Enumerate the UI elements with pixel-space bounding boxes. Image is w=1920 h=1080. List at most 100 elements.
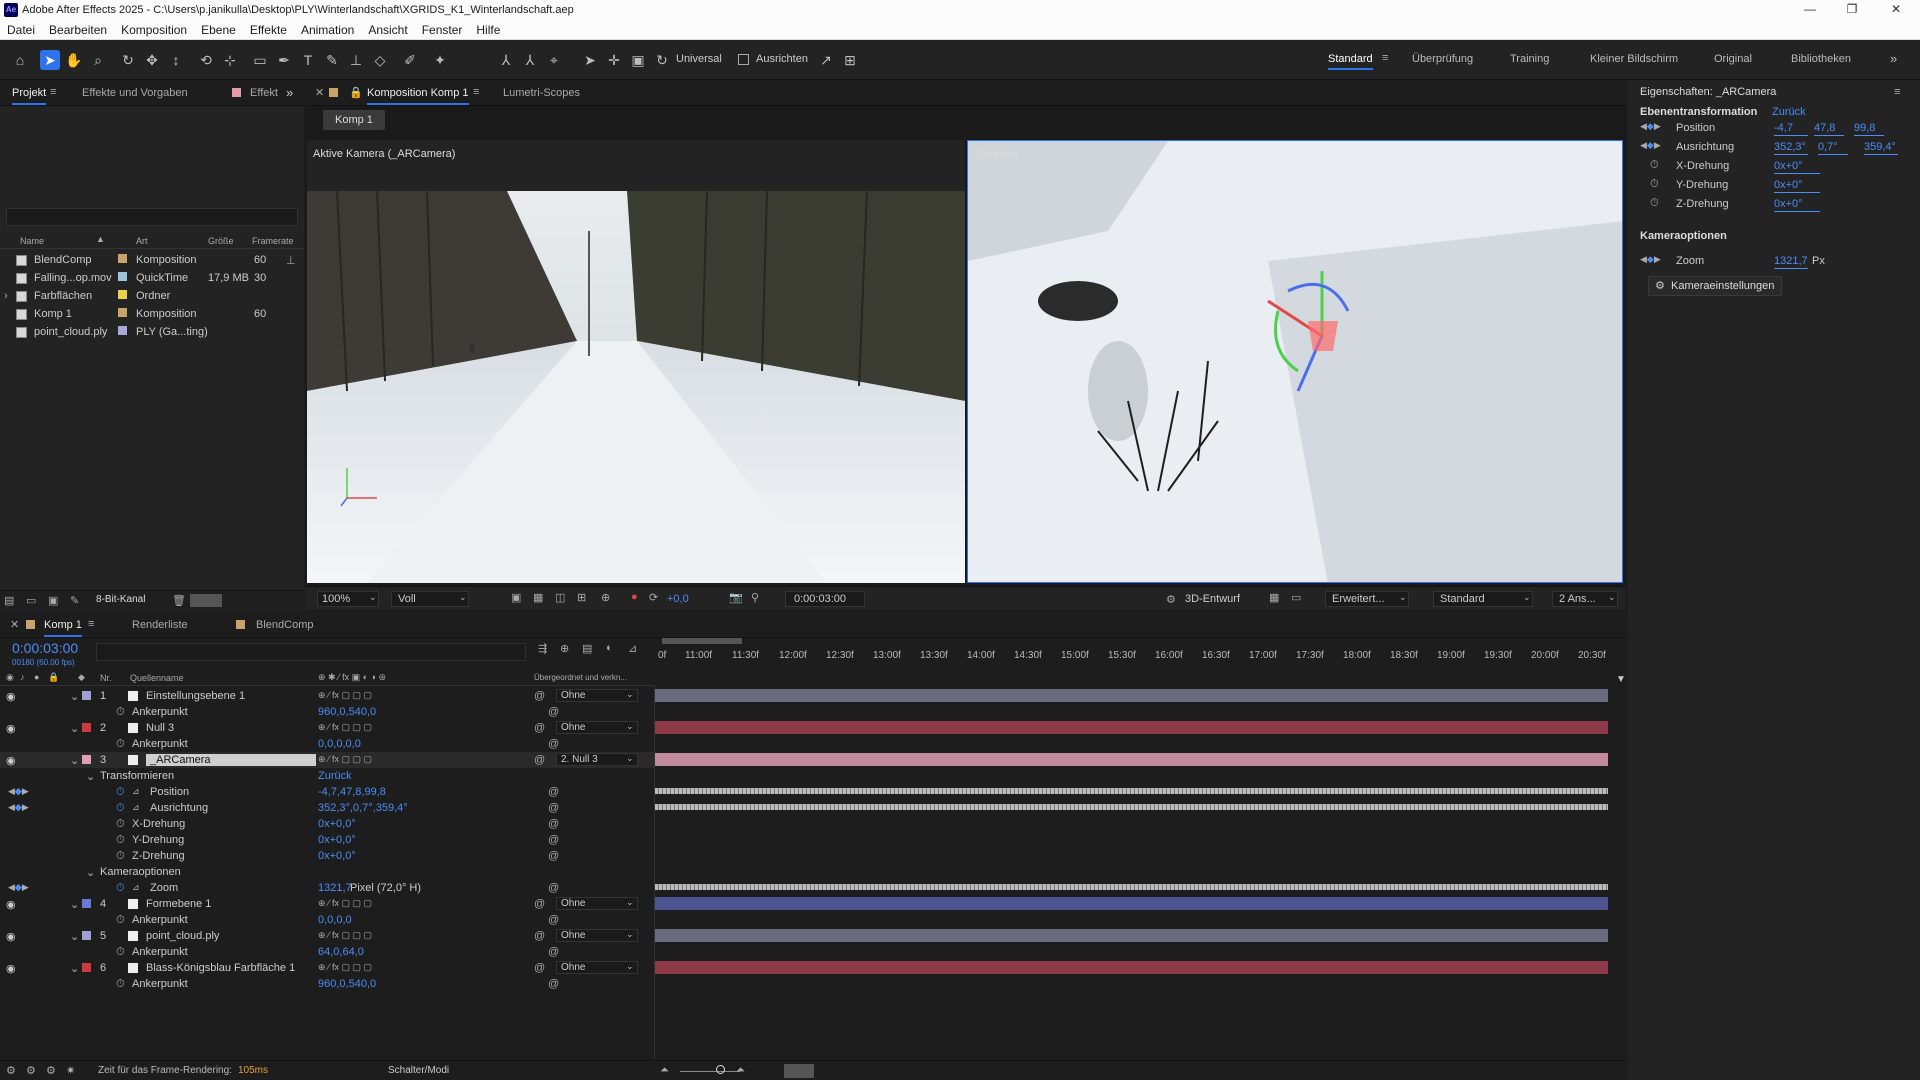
eraser-tool-icon[interactable]: ◇: [370, 50, 390, 70]
z-rotation-value[interactable]: 0x+0°: [1774, 198, 1820, 212]
current-timecode[interactable]: 0:00:03:00: [12, 640, 78, 656]
menu-fenster[interactable]: Fenster: [415, 20, 470, 40]
snap-checkbox[interactable]: [738, 54, 749, 65]
keyframe-nav-icon[interactable]: ◀◆▶: [1640, 121, 1661, 132]
layer-search-input[interactable]: [96, 643, 526, 661]
layer-row[interactable]: ◉ ⌄ 5 point_cloud.ply ⊕ ⁄ fx ▢ ▢ ▢ @ Ohne ⌄: [0, 928, 655, 944]
col-parent[interactable]: Übergeordnet und verkn...: [534, 673, 627, 682]
label-swatch[interactable]: [82, 691, 91, 700]
pickwhip-icon[interactable]: @: [548, 818, 559, 830]
expand-arrow-icon[interactable]: ⌄: [70, 754, 79, 767]
graph-editor-icon[interactable]: ⊿: [628, 642, 637, 655]
property-value[interactable]: 0x+0,0°: [318, 818, 356, 830]
zoom-in-icon[interactable]: ⏶: [736, 1064, 745, 1077]
audio-header-icon[interactable]: ♪: [20, 672, 25, 682]
property-row[interactable]: ⏱ Ankerpunkt 0,0,0,0,0 @: [0, 736, 655, 752]
resolution-select[interactable]: Voll: [391, 591, 469, 607]
interpret-footage-icon[interactable]: ▤: [4, 594, 14, 607]
draft-3d-icon[interactable]: ▦: [1269, 591, 1279, 604]
tab-effekt[interactable]: Effekt: [250, 87, 278, 99]
layer-duration-bar[interactable]: [655, 689, 1608, 702]
selection-tool-icon[interactable]: ➤: [40, 50, 60, 70]
expand-arrow-icon[interactable]: ›: [4, 290, 8, 302]
snapshot-icon[interactable]: 📷: [729, 591, 743, 604]
color-channel-icon[interactable]: ●: [631, 591, 638, 603]
label-swatch[interactable]: [82, 931, 91, 940]
keyframe-nav-icon[interactable]: ◀◆▶: [8, 882, 29, 893]
layer-switches[interactable]: ⊕ ⁄ fx ▢ ▢ ▢: [318, 722, 372, 733]
workspace-training[interactable]: Training: [1510, 53, 1549, 65]
graph-toggle-icon[interactable]: ⊿: [132, 802, 140, 813]
stopwatch-icon[interactable]: ⏱: [1650, 159, 1659, 172]
layer-switches[interactable]: ⊕ ⁄ fx ▢ ▢ ▢: [318, 930, 372, 941]
expand-arrow-icon[interactable]: ⌄: [70, 690, 79, 703]
new-comp-icon[interactable]: ▣: [48, 594, 58, 607]
parent-chevron-icon[interactable]: ⌄: [626, 929, 634, 940]
property-value[interactable]: 960,0,540,0: [318, 978, 376, 990]
properties-menu-icon[interactable]: ≡: [1894, 86, 1900, 98]
project-item[interactable]: Komp 1 Komposition 60: [0, 306, 300, 324]
property-row[interactable]: ⏱ Ankerpunkt 960,0,540,0 @: [0, 704, 655, 720]
menu-komposition[interactable]: Komposition: [114, 20, 194, 40]
rotate-tool-icon[interactable]: ⟲: [196, 50, 216, 70]
workspace-original[interactable]: Original: [1714, 53, 1752, 65]
position-x[interactable]: -4,7: [1774, 122, 1808, 136]
parent-chevron-icon[interactable]: ⌄: [626, 753, 634, 764]
project-search-input[interactable]: [6, 208, 298, 226]
keyframe-nav-icon[interactable]: ◀◆▶: [8, 786, 29, 797]
motion-blur-icon[interactable]: ✷: [66, 1064, 75, 1077]
pickwhip-icon[interactable]: @: [534, 930, 545, 942]
layer-row[interactable]: ◉ ⌄ 6 Blass-Königsblau Farbfläche 1 ⊕ ⁄ fx ▢…: [0, 960, 655, 976]
col-fps[interactable]: Framerate: [252, 236, 294, 246]
tab-effekte-vorgaben[interactable]: Effekte und Vorgaben: [82, 87, 188, 99]
stopwatch-icon[interactable]: ⏱: [116, 802, 125, 815]
transparency-grid-icon[interactable]: ▦: [533, 591, 543, 604]
property-value[interactable]: 0x+0,0°: [318, 850, 356, 862]
pan-tool-icon[interactable]: ✥: [142, 50, 162, 70]
pickwhip-icon[interactable]: @: [534, 754, 545, 766]
property-row[interactable]: ◀◆▶ ⏱ ⊿ Position -4,7,47,8,99,8 @: [0, 784, 655, 800]
property-value[interactable]: 960,0,540,0: [318, 706, 376, 718]
pickwhip-icon[interactable]: @: [548, 882, 559, 894]
property-value[interactable]: 0,0,0,0: [318, 914, 352, 926]
expand-arrow-icon[interactable]: ⌄: [70, 898, 79, 911]
orientation-x[interactable]: 352,3°: [1774, 141, 1808, 155]
channel-icon[interactable]: ⊕: [601, 591, 610, 604]
extended-chevron-icon[interactable]: ⌄: [1399, 592, 1407, 603]
pickwhip-icon[interactable]: @: [548, 914, 559, 926]
comp-breadcrumb[interactable]: Komp 1: [323, 110, 385, 130]
pickwhip-icon[interactable]: @: [548, 706, 559, 718]
tab-projekt[interactable]: Projekt: [12, 87, 47, 105]
layer-switches[interactable]: ⊕ ⁄ fx ▢ ▢ ▢: [318, 898, 372, 909]
orientation-z[interactable]: 359,4°: [1864, 141, 1898, 155]
workspace-kleiner-bildschirm[interactable]: Kleiner Bildschirm: [1590, 53, 1678, 65]
col-name[interactable]: Name: [20, 236, 44, 246]
expand-arrow-icon[interactable]: ⌄: [70, 722, 79, 735]
y-rotation-value[interactable]: 0x+0°: [1774, 179, 1820, 193]
layer-name[interactable]: _ARCamera: [146, 754, 316, 766]
label-swatch[interactable]: [82, 755, 91, 764]
label-swatch[interactable]: [82, 899, 91, 908]
rectangle-tool-icon[interactable]: ▭: [250, 50, 270, 70]
eye-icon[interactable]: ◉: [6, 898, 16, 911]
stamp-tool-icon[interactable]: ⊥: [346, 50, 366, 70]
menu-ansicht[interactable]: Ansicht: [361, 20, 414, 40]
layer-duration-bar[interactable]: [655, 753, 1608, 766]
layer-switches[interactable]: ⊕ ⁄ fx ▢ ▢ ▢: [318, 690, 372, 701]
pickwhip-icon[interactable]: @: [534, 690, 545, 702]
lock-icon[interactable]: 🔒: [349, 86, 363, 99]
keyframe-track[interactable]: [655, 788, 1608, 794]
property-row[interactable]: ⏱ Y-Drehung 0x+0,0° @: [0, 832, 655, 848]
col-size[interactable]: Größe: [208, 236, 234, 246]
property-row[interactable]: ⏱ Ankerpunkt 0,0,0,0 @: [0, 912, 655, 928]
visibility-header-icon[interactable]: ◉: [6, 672, 14, 683]
exposure-value[interactable]: +0,0: [667, 593, 689, 605]
parent-chevron-icon[interactable]: ⌄: [626, 897, 634, 908]
stopwatch-icon[interactable]: ⏱: [116, 978, 125, 991]
tab-komposition[interactable]: Komposition Komp 1: [367, 87, 469, 105]
label-swatch[interactable]: [82, 723, 91, 732]
property-group[interactable]: ⌄ Kameraoptionen: [0, 864, 655, 880]
ausrichten-label[interactable]: Ausrichten: [756, 53, 808, 65]
label-header-icon[interactable]: ◆: [78, 672, 85, 683]
stopwatch-icon[interactable]: ⏱: [116, 738, 125, 751]
